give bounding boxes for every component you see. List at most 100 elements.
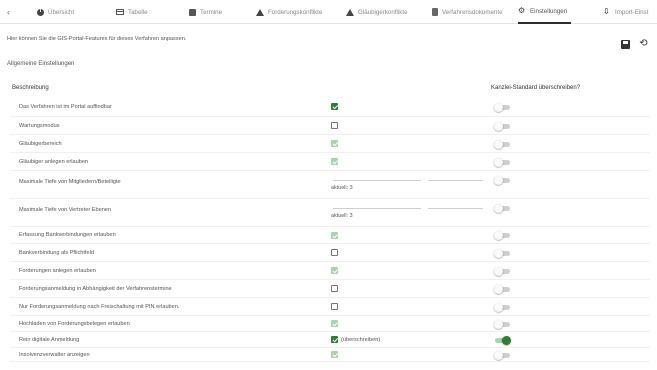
settings-row: Maximale Tiefe von Mitgliedern/Beteiligt… [10, 171, 650, 199]
setting-label: Nur Forderungsanmeldung nach Freischaltu… [19, 303, 180, 310]
tab-creditor-conflicts[interactable]: Gläubigerkonflikte [346, 0, 408, 24]
tab-settings[interactable]: ⚙ Einstellungen [518, 0, 572, 24]
tab-label: Termine [200, 8, 223, 16]
setting-label: Das Verfahren ist im Portal auffindbar [19, 103, 112, 110]
import-icon: ⇩ [603, 7, 610, 16]
tab-back[interactable]: ‹ [7, 0, 15, 24]
override-toggle[interactable] [494, 102, 511, 112]
info-icon [37, 8, 44, 16]
override-toggle[interactable] [494, 121, 511, 131]
tab-table[interactable]: Tabelle [116, 0, 148, 24]
depth-slider-track[interactable] [333, 208, 421, 209]
setting-checkbox [331, 231, 338, 239]
setting-label: Gläubiger anlegen erlauben [19, 158, 89, 165]
tab-label: Verfahrensdokumente [442, 8, 503, 16]
current-value-note: aktuell: 3 [331, 185, 353, 191]
setting-checkbox[interactable] [331, 285, 338, 292]
settings-row: Rein digitale Anmeldung [10, 332, 650, 348]
setting-checkbox[interactable] [331, 249, 338, 256]
override-toggle[interactable] [494, 248, 511, 258]
setting-label: Gläubigerbereich [19, 140, 62, 147]
tab-label: Forderungskonflikte [268, 8, 323, 16]
setting-label: Hochladen von Forderungsbelegen erlauben [19, 320, 130, 327]
settings-row: Bankverbindung als Pflichtfeld [10, 244, 650, 262]
depth-slider-track[interactable] [428, 208, 483, 209]
tab-label: Import-Einst [615, 8, 649, 16]
setting-label: Forderungsanmeldung in Abhängigkeit der … [19, 285, 172, 292]
settings-row: Forderungen anlegen erlauben [10, 262, 650, 280]
override-toggle[interactable] [494, 350, 511, 360]
tab-import-settings[interactable]: ⇩ Import-Einst [603, 0, 648, 24]
tab-case-documents[interactable]: Verfahrensdokumente [432, 0, 503, 24]
setting-label: Rein digitale Anmeldung [19, 336, 80, 343]
setting-label: Erfassung Bankverbindungen erlauben [19, 232, 116, 238]
setting-label: Forderungen anlegen erlauben [19, 267, 96, 274]
settings-row: Das Verfahren ist im Portal auffindbar [10, 97, 650, 117]
settings-row: Maximale Tiefe von Vertreter Ebenen [10, 199, 650, 227]
override-toggle[interactable] [494, 302, 511, 312]
setting-label: Insolvenzverwalter anzeigen [19, 351, 90, 358]
settings-row: Gläubigerbereich [10, 135, 650, 153]
toggle-knob [494, 157, 503, 167]
override-toggle[interactable] [494, 139, 511, 149]
setting-checkbox[interactable] [331, 336, 338, 343]
toggle-knob [494, 302, 503, 312]
save-icon[interactable] [621, 40, 630, 49]
tab-label: Einstellungen [530, 7, 568, 15]
toggle-knob [494, 176, 503, 185]
depth-slider-track[interactable] [428, 180, 483, 181]
depth-slider-track[interactable] [333, 180, 421, 181]
settings-row: Forderungsanmeldung in Abhängigkeit der … [10, 280, 650, 298]
override-toggle[interactable] [494, 204, 511, 213]
override-toggle[interactable] [494, 176, 511, 185]
toggle-knob [494, 350, 503, 360]
tab-label: Gläubigerkonflikte [358, 8, 408, 16]
toggle-knob [494, 139, 503, 149]
document-icon [432, 8, 438, 16]
table-icon [116, 9, 124, 15]
toggle-knob [494, 121, 503, 131]
setting-checkbox[interactable] [331, 303, 338, 310]
calendar-icon [189, 8, 196, 16]
override-note: (überschreiben) [341, 336, 381, 343]
gear-icon: ⚙ [518, 6, 526, 15]
warning-icon [346, 8, 354, 16]
toggle-knob [494, 102, 503, 112]
toggle-knob [494, 248, 503, 258]
override-toggle[interactable] [494, 266, 511, 276]
setting-checkbox [331, 267, 338, 274]
override-toggle[interactable] [494, 284, 511, 294]
setting-label: Bankverbindung als Pflichtfeld [19, 249, 94, 256]
column-header-description: Beschreibung [12, 85, 49, 91]
override-toggle[interactable] [494, 319, 511, 329]
tab-claim-conflicts[interactable]: Forderungskonflikte [256, 0, 322, 24]
setting-checkbox [331, 140, 338, 147]
intro-text: Hier können Sie die GIS-Portal-Features … [7, 36, 187, 42]
tab-appointments[interactable]: Termine [189, 0, 222, 24]
tab-label: Übersicht [48, 8, 75, 16]
toggle-knob [494, 204, 503, 213]
toggle-knob [494, 231, 503, 240]
tab-overview[interactable]: Übersicht [37, 0, 74, 24]
settings-row: Insolvenzverwalter anzeigen [10, 348, 650, 362]
current-value-note: aktuell: 3 [331, 213, 353, 219]
setting-checkbox[interactable] [331, 122, 338, 129]
settings-row: Gläubiger anlegen erlauben [10, 153, 650, 171]
column-header-override: Kanzlei-Standard überschreiben? [491, 85, 581, 91]
toggle-knob [494, 266, 503, 276]
settings-row: Hochladen von Forderungsbelegen erlauben [10, 316, 650, 332]
override-toggle[interactable] [494, 157, 511, 167]
warning-icon [256, 8, 264, 16]
settings-row: Erfassung Bankverbindungen erlauben [10, 227, 650, 244]
override-toggle[interactable] [494, 335, 511, 345]
back-icon: ‹ [7, 7, 10, 17]
toggle-knob [502, 335, 511, 345]
settings-row: Nur Forderungsanmeldung nach Freischaltu… [10, 298, 650, 316]
history-icon[interactable]: ⟲ [638, 38, 649, 49]
tab-label: Tabelle [128, 8, 148, 16]
setting-checkbox[interactable] [331, 103, 338, 110]
setting-checkbox [331, 351, 338, 358]
settings-row: Wartungsmodus [10, 117, 650, 135]
override-toggle[interactable] [494, 231, 511, 240]
setting-checkbox [331, 158, 338, 165]
